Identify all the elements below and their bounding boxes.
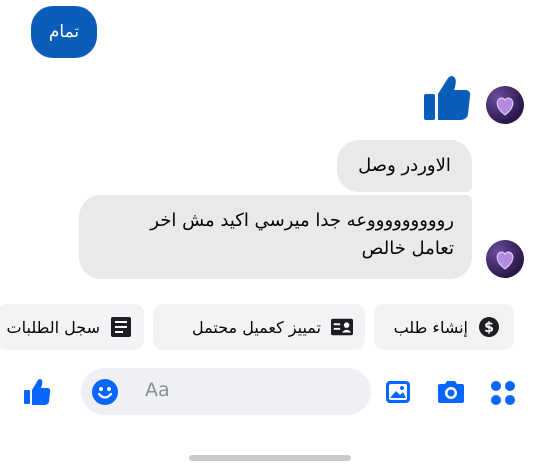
outgoing-message-bubble[interactable]: تمام: [31, 6, 97, 58]
apps-grid-icon[interactable]: [490, 380, 516, 406]
contact-card-icon: [331, 316, 353, 338]
quick-action-order-history[interactable]: سجل الطلبات: [0, 304, 144, 350]
thumbs-up-icon[interactable]: [422, 74, 472, 122]
outgoing-message-text: تمام: [48, 22, 80, 42]
quick-action-mark-lead[interactable]: تمييز كعميل محتمل: [153, 304, 365, 350]
quick-action-label: إنشاء طلب: [393, 317, 468, 337]
message-input[interactable]: Aa: [81, 368, 371, 415]
home-indicator: [189, 455, 351, 461]
order-list-icon: [110, 316, 132, 338]
svg-text:$: $: [484, 320, 494, 336]
incoming-message-bubble[interactable]: الاوردر وصل: [337, 140, 472, 192]
like-icon[interactable]: [23, 378, 51, 406]
contact-avatar[interactable]: [486, 240, 524, 278]
camera-icon[interactable]: [436, 379, 466, 405]
quick-action-create-order[interactable]: $ إنشاء طلب: [374, 304, 514, 350]
incoming-message-text: الاوردر وصل: [358, 155, 451, 176]
quick-action-label: تمييز كعميل محتمل: [192, 317, 321, 337]
incoming-message-bubble[interactable]: روووووووووعه جدا ميرسي اكيد مش اخر تعامل…: [79, 195, 472, 279]
incoming-message-line: تعامل خالص: [361, 238, 454, 259]
quick-action-label: سجل الطلبات: [6, 317, 100, 337]
contact-avatar[interactable]: [486, 86, 524, 124]
incoming-message-line: روووووووووعه جدا ميرسي اكيد مش اخر: [150, 210, 454, 231]
gallery-icon[interactable]: [385, 379, 411, 405]
dollar-circle-icon: $: [478, 316, 500, 338]
message-input-placeholder: Aa: [145, 379, 170, 401]
emoji-icon[interactable]: [91, 378, 119, 406]
